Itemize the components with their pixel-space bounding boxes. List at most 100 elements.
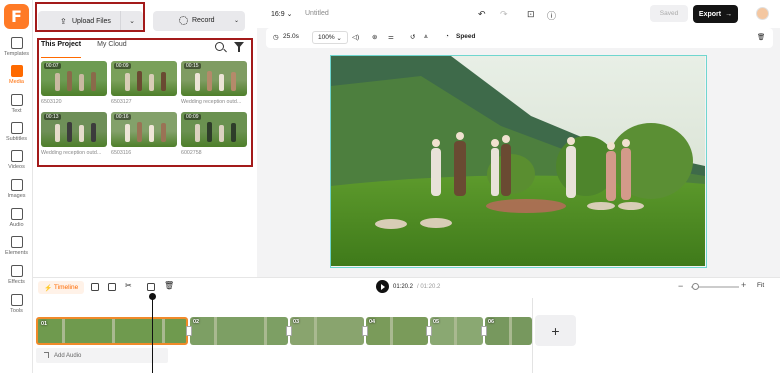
- redo-icon[interactable]: ↷: [500, 9, 508, 20]
- timeline-clip[interactable]: 05: [430, 317, 483, 345]
- rail-item-label: Images: [7, 193, 26, 199]
- templates-icon: [10, 37, 23, 49]
- record-label: Record: [192, 17, 215, 24]
- rail-item-tools[interactable]: Tools: [0, 293, 33, 321]
- export-label: Export: [698, 10, 722, 18]
- video-track: 01 02 03 04 05 06: [36, 317, 532, 345]
- total-time: / 01:20.2: [417, 284, 441, 290]
- rail-item-text[interactable]: Text: [0, 93, 33, 121]
- zoom-select[interactable]: 100% ⌄: [312, 31, 348, 44]
- trash-icon[interactable]: 🗑: [164, 281, 174, 290]
- video-preview[interactable]: [330, 55, 707, 268]
- clip-number: 03: [293, 319, 300, 325]
- rail-item-images[interactable]: Images: [0, 178, 33, 206]
- transition-handle[interactable]: [481, 326, 487, 336]
- rail-item-label: Effects: [8, 279, 25, 285]
- rail-item-videos[interactable]: Videos: [0, 149, 33, 177]
- undo-icon[interactable]: ↶: [478, 9, 486, 20]
- speed-label[interactable]: Speed: [456, 33, 476, 40]
- rail-item-label: Videos: [8, 164, 25, 170]
- record-icon: [179, 16, 188, 25]
- aspect-ratio-select[interactable]: 16:9 ⌄: [271, 10, 292, 18]
- app-root: F Templates Media Text Subtitles Videos Image…: [0, 0, 780, 373]
- duration-value[interactable]: 25.0s: [283, 33, 299, 40]
- color-icon[interactable]: ⊛: [372, 33, 377, 41]
- clip-number: 06: [488, 319, 495, 325]
- screenshot-icon[interactable]: ⊡: [527, 9, 535, 20]
- fit-button[interactable]: Fit: [757, 282, 764, 289]
- zoom-in-icon[interactable]: +: [741, 280, 746, 290]
- rail-item-label: Tools: [10, 308, 23, 314]
- media-icon: [10, 65, 23, 77]
- transition-handle[interactable]: [426, 326, 432, 336]
- chevron-down-icon: ⌄: [233, 18, 239, 24]
- add-audio-button[interactable]: Add Audio: [36, 348, 168, 363]
- transition-handle[interactable]: [362, 326, 368, 336]
- annotation-highlight-media: [37, 38, 253, 167]
- effects-icon: [10, 265, 23, 277]
- clip-number: 05: [433, 319, 440, 325]
- edit-toolbar: ◷ 25.0s 100% ⌄ ◁) ⊛ ⚌ ↺ ⩓ ◔ Speed 🗑: [266, 28, 773, 48]
- rail-item-label: Templates: [3, 51, 30, 57]
- rail-item-audio[interactable]: Audio: [0, 207, 33, 235]
- videos-icon: [10, 150, 23, 162]
- volume-icon[interactable]: ◁): [352, 33, 359, 41]
- left-rail: F Templates Media Text Subtitles Videos Image…: [0, 0, 33, 373]
- rail-item-effects[interactable]: Effects: [0, 264, 33, 292]
- timeline-toggle-button[interactable]: ⚡ Timeline: [38, 281, 85, 294]
- subtitles-icon: [10, 122, 23, 134]
- rail-item-label: Subtitles: [5, 136, 28, 142]
- record-clip-icon[interactable]: [108, 283, 116, 291]
- arrow-right-icon: →: [725, 10, 733, 18]
- current-time: 01:20.2: [393, 284, 414, 290]
- music-note-icon: [44, 352, 49, 358]
- timeline-label: Timeline: [53, 284, 79, 291]
- rail-item-label: Elements: [5, 250, 28, 256]
- export-button[interactable]: Export →: [693, 5, 738, 23]
- play-range-icon[interactable]: [91, 283, 99, 291]
- timeline-panel: ⚡ Timeline ✂ 🗑 01:20.2 / 01:20.2 − + Fit…: [33, 277, 780, 373]
- timeline-clip[interactable]: 01: [36, 317, 188, 345]
- avatar[interactable]: [756, 7, 769, 20]
- transition-handle[interactable]: [286, 326, 292, 336]
- play-button[interactable]: [376, 280, 389, 293]
- timeline-divider: [532, 298, 533, 373]
- flip-icon[interactable]: ⩓: [424, 33, 428, 41]
- zoom-out-icon[interactable]: −: [678, 281, 683, 291]
- delete-icon[interactable]: 🗑: [757, 33, 765, 41]
- rail-item-label: Text: [11, 108, 22, 114]
- rail-item-label: Media: [9, 79, 24, 85]
- top-bar: 16:9 ⌄ Untitled ↶ ↷ ⊡ ⓘ Saved Export →: [257, 0, 780, 28]
- timeline-icon: ⚡: [44, 284, 53, 292]
- elements-icon: [10, 236, 23, 248]
- rail-item-templates[interactable]: Templates: [0, 36, 33, 64]
- timeline-clip[interactable]: 06: [485, 317, 532, 345]
- playhead[interactable]: [149, 293, 156, 373]
- speed-icon[interactable]: ◔: [445, 33, 449, 40]
- timeline-clip[interactable]: 04: [366, 317, 428, 345]
- transition-handle[interactable]: [186, 326, 192, 336]
- timeline-clip[interactable]: 02: [190, 317, 288, 345]
- record-button[interactable]: Record ⌄: [153, 11, 245, 31]
- rail-item-subtitles[interactable]: Subtitles: [0, 121, 33, 149]
- annotation-highlight-upload: [35, 2, 145, 32]
- app-logo[interactable]: F: [4, 4, 29, 29]
- rail-item-elements[interactable]: Elements: [0, 235, 33, 263]
- add-clip-button[interactable]: +: [535, 315, 576, 346]
- clip-number: 02: [193, 319, 200, 325]
- duplicate-icon[interactable]: [147, 283, 155, 291]
- adjust-icon[interactable]: ⚌: [388, 33, 394, 41]
- clip-number: 01: [41, 321, 48, 327]
- scissors-icon[interactable]: ✂: [125, 281, 133, 290]
- saved-status: Saved: [650, 5, 688, 22]
- rail-item-media[interactable]: Media: [0, 64, 33, 92]
- text-icon: [10, 94, 23, 106]
- zoom-slider-handle[interactable]: [692, 283, 700, 290]
- rail-item-label: Audio: [9, 222, 24, 228]
- rotate-icon[interactable]: ↺: [410, 33, 415, 41]
- plus-icon: +: [551, 322, 560, 339]
- audio-icon: [10, 208, 23, 220]
- help-icon[interactable]: ⓘ: [547, 9, 556, 22]
- project-title[interactable]: Untitled: [305, 10, 329, 17]
- timeline-clip[interactable]: 03: [290, 317, 364, 345]
